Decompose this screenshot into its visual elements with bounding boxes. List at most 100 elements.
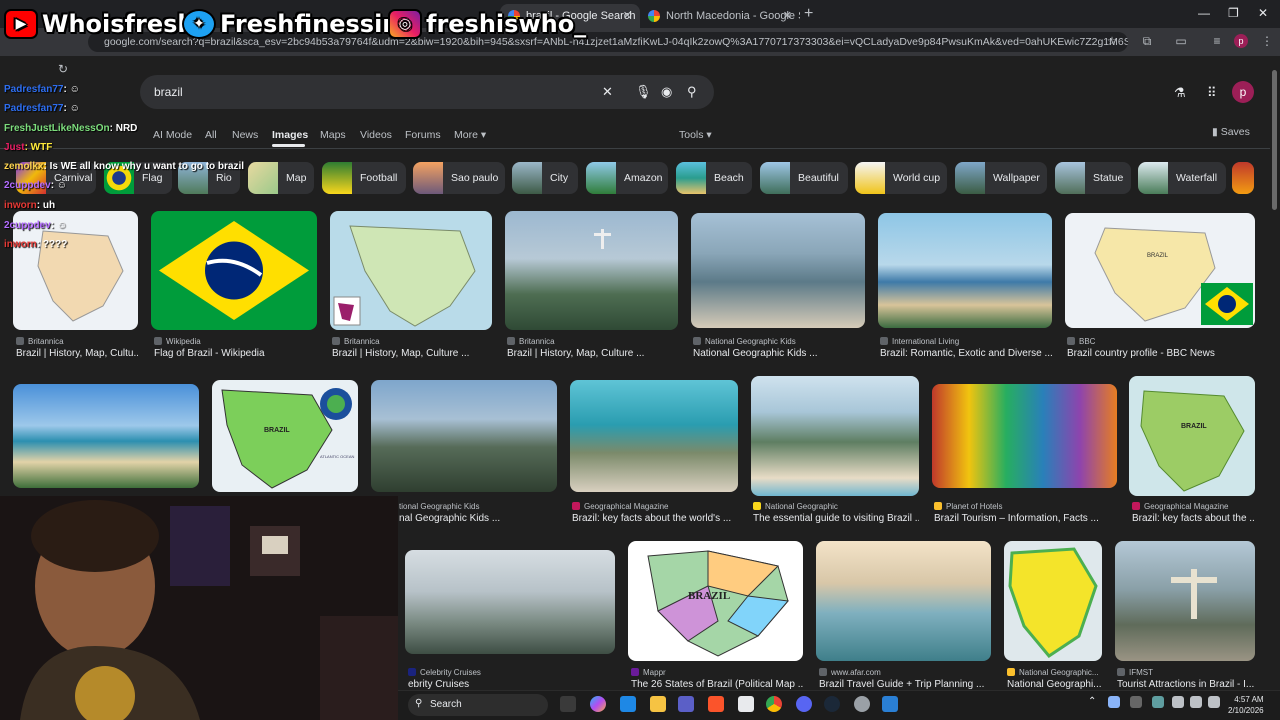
chip-sao-paulo[interactable]: Sao paulo xyxy=(413,162,505,194)
image-result-yellow-map[interactable] xyxy=(1004,541,1102,661)
image-result-sugarloaf-sunset[interactable] xyxy=(816,541,991,661)
tray-app-icon[interactable] xyxy=(1130,696,1142,708)
image-result-flag-of-brazil[interactable] xyxy=(151,211,317,330)
chip-beautiful[interactable]: Beautiful xyxy=(760,162,848,194)
reload-icon[interactable]: ↻ xyxy=(56,62,70,76)
chip-city[interactable]: City xyxy=(512,162,578,194)
tray-app-icon[interactable] xyxy=(1108,696,1120,708)
result-title[interactable]: The essential guide to visiting Brazil .… xyxy=(753,513,919,524)
tray-chevron-icon[interactable]: ⌃ xyxy=(1088,696,1104,712)
clear-icon[interactable]: ✕ xyxy=(602,84,613,100)
result-title[interactable]: Brazil: key facts about the ... xyxy=(1132,513,1255,524)
discord-icon[interactable] xyxy=(796,696,812,712)
saves-button[interactable]: ▮ Saves xyxy=(1212,126,1250,138)
image-result-christ-fog[interactable] xyxy=(405,550,615,654)
google-account-avatar[interactable]: p xyxy=(1232,81,1254,103)
image-result-christ-city[interactable] xyxy=(1115,541,1255,661)
chip-map[interactable]: Map xyxy=(248,162,314,194)
image-result-green-map[interactable]: BRAZIL ATLANTIC OCEAN xyxy=(212,380,358,492)
tab-news[interactable]: News xyxy=(232,129,258,141)
tab-ai-mode[interactable]: AI Mode xyxy=(153,129,192,141)
image-result-rio-aerial[interactable] xyxy=(570,380,738,492)
lens-camera-icon[interactable]: ◉ xyxy=(661,84,672,100)
image-result-south-america-map[interactable] xyxy=(330,211,492,330)
result-title[interactable]: Brazil Tourism – Information, Facts ... xyxy=(934,513,1117,524)
volume-icon[interactable] xyxy=(1208,696,1220,708)
tab-videos[interactable]: Videos xyxy=(360,129,392,141)
microphone-icon[interactable] xyxy=(1172,696,1184,708)
tab-all[interactable]: All xyxy=(205,129,217,141)
wifi-icon[interactable] xyxy=(1190,696,1202,708)
image-result-christ-mountains[interactable] xyxy=(371,380,557,492)
tab-more[interactable]: More ▾ xyxy=(454,129,486,141)
result-title[interactable]: Tourist Attractions in Brazil - I... xyxy=(1117,679,1255,690)
chip-world-cup[interactable]: World cup xyxy=(855,162,947,194)
image-result-rio-beach[interactable] xyxy=(878,213,1052,328)
labs-flask-icon[interactable]: ⚗ xyxy=(1174,85,1186,101)
page-scrollbar[interactable] xyxy=(1272,70,1277,210)
browser-profile-avatar[interactable]: p xyxy=(1234,34,1248,48)
taskbar-clock[interactable]: 4:57 AM 2/10/2026 xyxy=(1228,694,1264,716)
chip-waterfall[interactable]: Waterfall xyxy=(1138,162,1226,194)
tab-images[interactable]: Images xyxy=(272,129,308,141)
result-title[interactable]: Brazil | History, Map, Cultu... xyxy=(16,348,138,359)
close-tab-icon[interactable]: ✕ xyxy=(623,9,632,22)
teams-icon[interactable] xyxy=(678,696,694,712)
result-title[interactable]: Brazil: Romantic, Exotic and Diverse ... xyxy=(880,348,1052,359)
result-title[interactable]: The 26 States of Brazil (Political Map .… xyxy=(631,679,803,690)
minimize-icon[interactable]: — xyxy=(1198,6,1210,20)
chip-wallpaper[interactable]: Wallpaper xyxy=(955,162,1047,194)
result-title[interactable]: Brazil Travel Guide + Trip Planning ... xyxy=(819,679,991,690)
image-result-rio-coast[interactable] xyxy=(751,376,919,496)
task-view-icon[interactable] xyxy=(560,696,576,712)
result-title[interactable]: Brazil: key facts about the world's ... xyxy=(572,513,738,524)
brave-icon[interactable] xyxy=(708,696,724,712)
browser-menu-icon[interactable]: ⋮ xyxy=(1260,34,1274,48)
image-result-states-map[interactable]: BRAZIL xyxy=(628,541,803,661)
chip-football[interactable]: Football xyxy=(322,162,406,194)
image-result-favela-colors[interactable] xyxy=(932,384,1117,488)
image-result-bbc-map[interactable]: BRAZIL xyxy=(1065,213,1255,328)
close-window-icon[interactable]: ✕ xyxy=(1258,6,1268,20)
result-title[interactable]: Flag of Brazil - Wikipedia xyxy=(154,348,317,359)
search-box[interactable]: brazil ✕ 🎙︎ ◉ ⚲ xyxy=(140,75,714,109)
result-title[interactable]: nal Geographic Kids ... xyxy=(399,513,557,524)
tools-button[interactable]: Tools ▾ xyxy=(679,129,712,141)
microphone-icon[interactable]: 🎙︎ xyxy=(635,84,652,100)
result-title[interactable]: Brazil | History, Map, Culture ... xyxy=(507,348,678,359)
result-title[interactable]: National Geographi... xyxy=(1007,679,1102,690)
tray-app-icon[interactable] xyxy=(1152,696,1164,708)
image-result-copacabana[interactable] xyxy=(13,384,199,488)
settings-gear-icon[interactable] xyxy=(854,696,870,712)
chip-beach[interactable]: Beach xyxy=(676,162,752,194)
result-title[interactable]: Brazil country profile - BBC News xyxy=(1067,348,1255,359)
search-query-text[interactable]: brazil xyxy=(154,85,183,99)
bookmark-star-icon[interactable]: ☆ xyxy=(1105,34,1119,48)
close-tab-icon[interactable]: ✕ xyxy=(783,9,792,22)
cast-icon[interactable]: ▭ xyxy=(1174,34,1188,48)
google-apps-icon[interactable]: ⠿ xyxy=(1207,85,1217,101)
tab-forums[interactable]: Forums xyxy=(405,129,441,141)
image-result-christ-redeemer[interactable] xyxy=(505,211,678,330)
result-title[interactable]: ebrity Cruises xyxy=(408,679,613,690)
chip-more[interactable] xyxy=(1232,162,1254,194)
search-icon[interactable]: ⚲ xyxy=(687,84,697,100)
tab-north-macedonia[interactable]: North Macedonia - Google Sea ✕ xyxy=(640,4,800,28)
chrome-icon[interactable] xyxy=(766,696,782,712)
copilot-icon[interactable] xyxy=(590,696,606,712)
chip-amazon[interactable]: Amazon xyxy=(586,162,668,194)
new-tab-button[interactable]: + xyxy=(804,5,813,23)
taskbar-search[interactable]: ⚲ Search xyxy=(408,694,548,716)
media-icon[interactable]: ≡ xyxy=(1210,34,1224,48)
result-title[interactable]: Brazil | History, Map, Culture ... xyxy=(332,348,492,359)
restore-icon[interactable]: ❐ xyxy=(1228,6,1239,20)
steam-icon[interactable] xyxy=(824,696,840,712)
image-result-geo-map[interactable]: BRAZIL xyxy=(1129,376,1255,496)
capcut-icon[interactable] xyxy=(738,696,754,712)
file-explorer-icon[interactable] xyxy=(650,696,666,712)
store-icon[interactable] xyxy=(620,696,636,712)
tab-maps[interactable]: Maps xyxy=(320,129,346,141)
result-title[interactable]: National Geographic Kids ... xyxy=(693,348,865,359)
chip-statue[interactable]: Statue xyxy=(1055,162,1131,194)
image-result-sugarloaf-bay[interactable] xyxy=(691,213,865,328)
